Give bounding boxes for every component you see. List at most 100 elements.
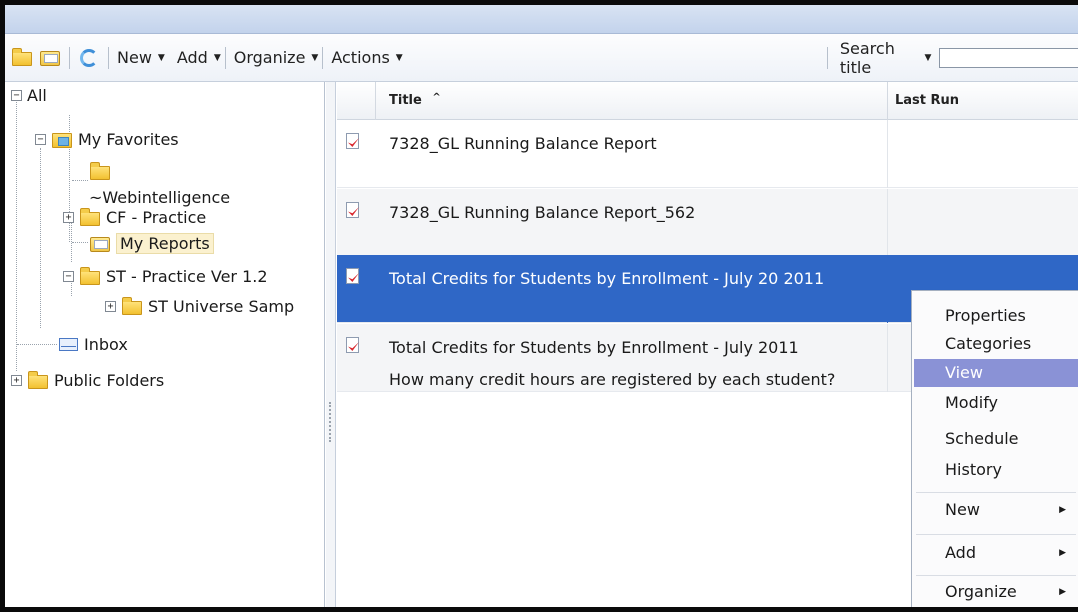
menu-item-modify[interactable]: Modify [914,389,1078,417]
tree-node-label: ST - Practice Ver 1.2 [106,266,268,286]
splitter-grip[interactable] [329,402,332,442]
toolbar-divider [224,46,226,69]
tree-node-cf-practice[interactable]: + CF - Practice [63,204,206,230]
new-menu-label: New [117,48,152,67]
favorites-folder-icon [51,129,73,149]
open-folder-icon[interactable] [39,47,61,69]
expand-icon[interactable]: + [11,374,22,386]
menu-item-history[interactable]: History [914,456,1078,484]
new-menu[interactable]: New ▼ [117,48,167,67]
collapse-icon[interactable]: − [11,89,22,101]
chevron-down-icon: ▼ [924,53,932,63]
collapse-icon[interactable]: − [35,133,46,145]
menu-item-label: New [945,500,980,519]
menu-item-organize[interactable]: Organize ▶ [914,578,1078,606]
menu-divider [916,492,1076,493]
tree-node-webintelligence[interactable] [89,158,116,184]
document-title[interactable]: 7328_GL Running Balance Report [389,134,657,153]
webi-document-icon [345,268,361,286]
column-title-label: Title [389,93,422,108]
column-divider [887,189,888,257]
folder-icon[interactable] [11,47,33,69]
tree-node-st-universe[interactable]: + ST Universe Samp [105,293,323,319]
pane-splitter[interactable] [326,82,336,607]
column-divider [375,82,376,120]
organize-menu[interactable]: Organize ▼ [234,48,321,67]
expand-icon[interactable]: + [63,211,74,223]
document-title[interactable]: Total Credits for Students by Enrollment… [389,269,824,288]
inbox-icon [57,334,79,354]
folder-icon [79,207,101,227]
chevron-down-icon: ▼ [213,52,221,63]
folder-icon [27,370,49,390]
column-divider [887,324,888,392]
submenu-arrow-icon: ▶ [1059,548,1066,558]
context-menu: Properties Categories View Modify Schedu… [911,290,1078,607]
table-row[interactable]: 7328_GL Running Balance Report [337,120,1078,188]
tree-node-my-favorites[interactable]: − My Favorites [35,126,179,152]
tree-node-label: CF - Practice [106,207,207,227]
submenu-arrow-icon: ▶ [1059,587,1066,597]
sort-ascending-icon: ^ [432,92,441,103]
tree-node-label: All [27,85,47,105]
folder-icon [121,296,143,316]
tree-connector [17,344,57,345]
search-input[interactable] [939,48,1078,68]
chevron-down-icon: ▼ [157,52,165,63]
tree-node-all[interactable]: − All [11,82,47,108]
menu-divider [916,534,1076,535]
column-divider [887,120,888,188]
tree-node-label: My Reports [116,232,214,254]
webi-document-icon [345,133,361,151]
document-title[interactable]: Total Credits for Students by Enrollment… [389,338,799,357]
actions-menu-label: Actions [331,48,390,67]
title-bar [5,5,1078,34]
open-folder-icon [89,233,111,253]
add-menu[interactable]: Add ▼ [177,48,223,67]
tree-node-label: Inbox [84,334,128,354]
menu-divider [916,575,1076,576]
add-menu-label: Add [176,48,208,67]
tree-connector [16,96,17,371]
tree-node-my-reports[interactable]: My Reports [89,230,214,256]
column-header-last-run[interactable]: Last Run [895,93,959,108]
column-header-title[interactable]: Title ^ [389,92,441,108]
menu-item-label: Organize [945,582,1017,601]
search-field-label: Search title [839,39,895,77]
toolbar-divider [108,46,109,69]
actions-menu[interactable]: Actions ▼ [331,48,404,67]
search-field-selector[interactable]: Search title ▼ [840,39,933,77]
toolbar-divider [69,46,70,69]
collapse-icon[interactable]: − [63,270,74,282]
folder-icon [89,161,111,181]
chevron-down-icon: ▼ [395,52,403,63]
menu-item-categories[interactable]: Categories [914,330,1078,358]
webi-document-icon [345,202,361,220]
document-description: How many credit hours are registered by … [389,370,836,389]
menu-item-properties[interactable]: Properties [914,302,1078,330]
search-area: Search title ▼ [825,34,1078,82]
menu-item-view[interactable]: View [914,359,1078,387]
chevron-down-icon: ▼ [311,52,319,63]
refresh-icon[interactable] [78,47,100,69]
menu-item-add[interactable]: Add ▶ [914,539,1078,567]
column-divider [887,82,888,120]
menu-item-new[interactable]: New ▶ [914,496,1078,524]
tree-node-label: ST Universe Samp [148,296,295,316]
menu-item-schedule[interactable]: Schedule [914,425,1078,453]
application-window: New ▼ Add ▼ Organize ▼ Actions ▼ Search titl… [0,0,1078,612]
menu-item-label: Add [945,543,976,562]
expand-icon[interactable]: + [105,300,116,312]
toolbar-divider [827,47,828,69]
tree-node-label: Public Folders [54,370,165,390]
table-row[interactable]: 7328_GL Running Balance Report_562 [337,189,1078,257]
toolbar-divider [322,46,324,69]
tree-connector [72,242,88,243]
tree-node-st-practice[interactable]: − ST - Practice Ver 1.2 [63,263,268,289]
tree-node-public-folders[interactable]: + Public Folders [11,367,164,393]
document-title[interactable]: 7328_GL Running Balance Report_562 [389,203,695,222]
list-header: Title ^ Last Run [337,82,1078,120]
organize-menu-label: Organize [233,48,306,67]
tree-node-inbox[interactable]: Inbox [57,331,128,357]
submenu-arrow-icon: ▶ [1059,505,1066,515]
